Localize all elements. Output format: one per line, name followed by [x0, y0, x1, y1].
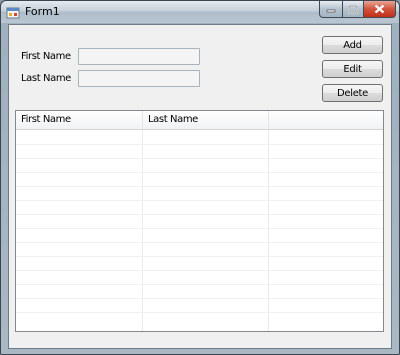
- minimize-icon: [326, 9, 336, 13]
- column-header-last-name[interactable]: Last Name: [143, 111, 269, 129]
- grid-row-line: [16, 186, 383, 187]
- maximize-icon: [348, 4, 358, 14]
- last-name-label: Last Name: [21, 73, 71, 84]
- column-header-first-name[interactable]: First Name: [16, 111, 143, 129]
- grid-row-line: [16, 214, 383, 215]
- grid-row-line: [16, 144, 383, 145]
- form1-window: Form1 First Name Last Name Add Edit Dele…: [0, 0, 400, 355]
- last-name-field[interactable]: [78, 70, 200, 87]
- form-client-area: First Name Last Name Add Edit Delete Fir…: [8, 24, 392, 349]
- grid-row-line: [16, 242, 383, 243]
- grid-row-line: [16, 312, 383, 313]
- close-button[interactable]: [363, 1, 396, 18]
- grid-row-line: [16, 284, 383, 285]
- grid-row-line: [16, 158, 383, 159]
- column-divider: [142, 130, 143, 331]
- column-header-filler[interactable]: [269, 111, 383, 129]
- grid-row-line: [16, 270, 383, 271]
- grid-row-line: [16, 200, 383, 201]
- edit-button[interactable]: Edit: [322, 60, 383, 78]
- minimize-button[interactable]: [319, 1, 343, 18]
- grid-row-line: [16, 228, 383, 229]
- grid-header: First Name Last Name: [16, 111, 383, 130]
- winforms-app-icon[interactable]: [6, 5, 20, 19]
- delete-button[interactable]: Delete: [322, 84, 383, 102]
- add-button[interactable]: Add: [322, 36, 383, 54]
- maximize-button[interactable]: [342, 1, 364, 18]
- window-title: Form1: [25, 5, 60, 18]
- close-icon: [374, 4, 385, 14]
- column-divider: [268, 130, 269, 331]
- grid-row-line: [16, 256, 383, 257]
- first-name-field[interactable]: [78, 48, 200, 65]
- names-list-view[interactable]: First Name Last Name: [15, 110, 384, 332]
- grid-row-line: [16, 172, 383, 173]
- grid-row-line: [16, 298, 383, 299]
- first-name-label: First Name: [21, 51, 71, 62]
- title-bar[interactable]: Form1: [1, 1, 399, 23]
